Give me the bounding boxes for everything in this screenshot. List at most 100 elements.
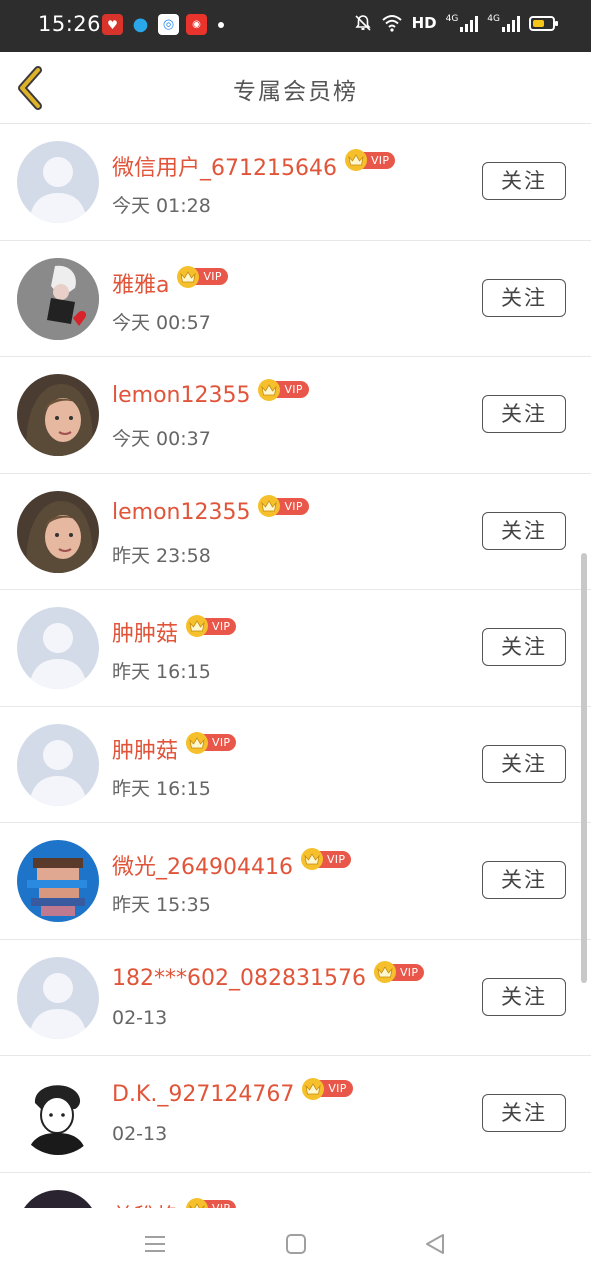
follow-button[interactable]: 关注 (482, 1094, 566, 1132)
vip-badge: VIP (302, 1077, 353, 1100)
browser-icon: ◎ (158, 14, 179, 35)
list-item[interactable]: 美稚格 VIP 关注 (0, 1173, 591, 1209)
list-item[interactable]: 微光_264904416 VIP 昨天 15:35 关注 (0, 823, 591, 940)
crown-icon (344, 149, 367, 171)
crown-icon (373, 961, 396, 983)
home-button[interactable] (284, 1232, 310, 1256)
crown-icon (186, 615, 209, 637)
default-avatar-icon (17, 956, 99, 1039)
follow-button[interactable]: 关注 (482, 977, 566, 1016)
list-item[interactable]: 微信用户_671215646 VIP 今天 01:28 关注 (0, 124, 591, 241)
follow-button[interactable]: 关注 (482, 162, 566, 200)
scrollbar[interactable] (581, 553, 587, 983)
follow-button[interactable]: 关注 (482, 628, 566, 666)
list-item[interactable]: 雅雅a VIP 今天 00:57 关注 (0, 241, 591, 357)
avatar[interactable] (17, 374, 99, 456)
status-notifications: ♥ ● ◎ ◉ (102, 14, 224, 35)
battery-icon (529, 15, 558, 31)
user-name[interactable]: D.K._927124767 (112, 1082, 294, 1107)
vip-badge: VIP (344, 149, 396, 171)
back-triangle-icon (426, 1234, 444, 1254)
visit-time: 昨天 15:35 (112, 894, 211, 916)
user-name[interactable]: lemon12355 (112, 500, 250, 525)
back-nav-button[interactable] (423, 1232, 449, 1256)
vip-badge: VIP (258, 378, 309, 401)
name-line: 微光_264904416 VIP (112, 848, 352, 881)
list-item[interactable]: 182***602_082831576 VIP 02-13 关注 (0, 940, 591, 1056)
netease-music-icon: ♥ (102, 14, 123, 35)
status-time: 15:26 (38, 12, 102, 36)
list-item[interactable]: 肿肿菇 VIP 昨天 16:15 关注 (0, 707, 591, 823)
name-line: lemon12355 VIP (112, 495, 309, 525)
name-line: 雅雅a VIP (112, 265, 228, 299)
avatar[interactable] (17, 257, 99, 340)
name-line: 肿肿菇 VIP (112, 731, 237, 765)
crown-icon (300, 848, 323, 870)
list-item[interactable]: lemon12355 VIP 昨天 23:58 关注 (0, 474, 591, 590)
photo-avatar-icon (17, 1073, 99, 1155)
hd-label: HD (411, 14, 437, 32)
name-line: lemon12355 VIP (112, 378, 309, 408)
name-line: 微信用户_671215646 VIP (112, 149, 396, 182)
list-item[interactable]: 肿肿菇 VIP 昨天 16:15 关注 (0, 590, 591, 707)
user-name[interactable]: 肿肿菇 (112, 733, 178, 765)
vip-badge: VIP (186, 615, 237, 637)
page-title: 专属会员榜 (233, 79, 358, 105)
header: 专属会员榜 (0, 52, 591, 124)
avatar[interactable] (17, 607, 99, 689)
name-line: 美稚格 VIP (112, 1197, 237, 1209)
default-avatar-icon (17, 141, 99, 223)
status-indicators: HD 4G 4G (354, 14, 558, 32)
list-item[interactable]: D.K._927124767 VIP 02-13 关注 (0, 1056, 591, 1173)
vip-badge: VIP (258, 495, 309, 517)
visit-time: 02-13 (112, 1123, 168, 1145)
notification-dot (218, 21, 224, 28)
visit-time: 今天 00:37 (112, 428, 211, 450)
list-item[interactable]: lemon12355 VIP 今天 00:37 关注 (0, 357, 591, 474)
user-name[interactable]: 微光_264904416 (112, 849, 293, 881)
vip-badge: VIP (300, 848, 352, 870)
news-icon: ◉ (186, 14, 207, 35)
crown-icon (186, 731, 209, 754)
signal2-icon: 4G (487, 14, 520, 32)
menu-button[interactable] (143, 1232, 169, 1256)
name-line: 肿肿菇 VIP (112, 615, 237, 648)
name-line: D.K._927124767 VIP (112, 1077, 353, 1107)
visit-time: 今天 00:57 (112, 311, 211, 334)
vip-badge: VIP (186, 1197, 237, 1208)
user-name[interactable]: 美稚格 (112, 1199, 178, 1209)
sig2-label: 4G (487, 14, 500, 24)
avatar[interactable] (17, 1073, 99, 1155)
user-name[interactable]: 182***602_082831576 (112, 966, 366, 991)
user-name[interactable]: 微信用户_671215646 (112, 150, 337, 182)
photo-avatar-icon (17, 490, 99, 573)
user-name[interactable]: 肿肿菇 (112, 616, 178, 648)
signal-icon: 4G (446, 14, 479, 32)
follow-button[interactable]: 关注 (482, 744, 566, 783)
visit-time: 昨天 16:15 (112, 777, 211, 800)
visit-time: 昨天 23:58 (112, 544, 211, 567)
avatar[interactable] (17, 956, 99, 1039)
crown-icon (258, 378, 281, 401)
follow-button[interactable]: 关注 (482, 395, 566, 433)
user-name[interactable]: 雅雅a (112, 267, 169, 299)
avatar[interactable] (17, 723, 99, 806)
follow-button[interactable]: 关注 (482, 861, 566, 899)
avatar[interactable] (17, 840, 99, 922)
visit-time: 今天 01:28 (112, 195, 211, 217)
home-square-icon (286, 1234, 306, 1254)
avatar[interactable] (17, 490, 99, 573)
visit-time: 昨天 16:15 (112, 661, 211, 683)
avatar[interactable] (17, 141, 99, 223)
user-name[interactable]: lemon12355 (112, 383, 250, 408)
follow-button[interactable]: 关注 (482, 278, 566, 317)
vip-badge: VIP (373, 961, 425, 983)
follow-button[interactable]: 关注 (482, 511, 566, 550)
member-list[interactable]: 微信用户_671215646 VIP 今天 01:28 关注 雅雅a VIP 今… (0, 124, 591, 1208)
qq-icon: ● (132, 14, 149, 35)
crown-icon (177, 265, 200, 288)
name-line: 182***602_082831576 VIP (112, 961, 425, 991)
vip-badge: VIP (186, 731, 237, 754)
avatar[interactable] (17, 1189, 99, 1208)
vip-badge: VIP (177, 265, 228, 288)
